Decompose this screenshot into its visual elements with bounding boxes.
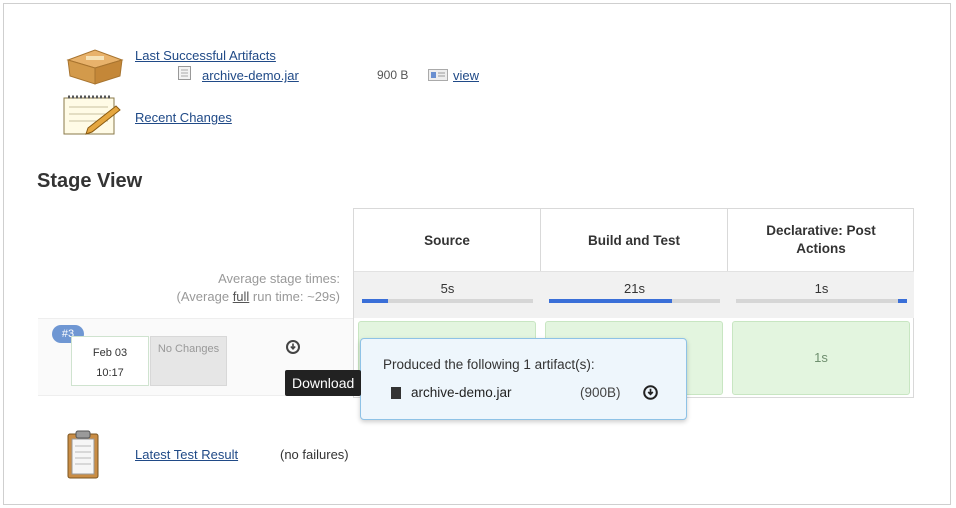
latest-test-result-link[interactable]: Latest Test Result xyxy=(135,447,238,462)
avg-time-source: 5s xyxy=(440,281,455,296)
stage-header-post-actions: Declarative: Post Actions xyxy=(766,223,876,256)
package-icon xyxy=(66,49,124,85)
run-time: 10:17 xyxy=(96,367,124,379)
avg-cell-source: 5s xyxy=(354,272,541,318)
progress-bar-post xyxy=(898,299,907,303)
average-stage-times-text: Average stage times: xyxy=(218,271,340,286)
stage-header-build-and-test: Build and Test xyxy=(541,209,728,271)
popover-artifact-link[interactable]: archive-demo.jar xyxy=(411,385,512,400)
download-icon[interactable] xyxy=(643,385,658,400)
artifact-file-link[interactable]: archive-demo.jar xyxy=(202,68,299,83)
progress-bar-source xyxy=(362,299,388,303)
popover-artifact-size: (900B) xyxy=(580,385,621,400)
view-artifact-link[interactable]: view xyxy=(453,68,479,83)
notepad-icon xyxy=(63,95,121,135)
popover-title: Produced the following 1 artifact(s): xyxy=(383,357,595,372)
avg-time-build: 21s xyxy=(624,281,645,296)
no-changes-box: No Changes xyxy=(150,336,227,386)
recent-changes-link[interactable]: Recent Changes xyxy=(135,110,232,125)
full-link[interactable]: full xyxy=(233,289,250,304)
stage-header-source: Source xyxy=(354,209,541,271)
clipboard-icon xyxy=(67,430,99,479)
fingerprint-icon xyxy=(428,69,448,81)
test-result-note: (no failures) xyxy=(280,447,349,462)
artifacts-popover: Produced the following 1 artifact(s): ar… xyxy=(360,338,687,420)
file-icon xyxy=(391,387,401,399)
average-times-label: Average stage times: (Average full run t… xyxy=(40,270,340,306)
avg-time-post: 1s xyxy=(814,281,829,296)
run-date-box[interactable]: Feb 03 10:17 xyxy=(71,336,149,386)
download-tooltip: Download xyxy=(285,370,362,396)
avg-cell-post: 1s xyxy=(728,272,915,318)
average-full-run-text: (Average full run time: ~29s) xyxy=(176,289,340,304)
download-icon[interactable] xyxy=(286,340,300,354)
stage-cell-post[interactable]: 1s xyxy=(732,321,910,395)
file-icon xyxy=(178,66,191,80)
stage-view-title: Stage View xyxy=(37,170,143,192)
progress-bar-build xyxy=(549,299,673,303)
average-times-row: 5s 21s 1s xyxy=(354,271,914,318)
run-date: Feb 03 xyxy=(92,347,128,359)
avg-cell-build: 21s xyxy=(541,272,728,318)
artifact-size: 900 B xyxy=(377,68,409,82)
last-successful-artifacts-link[interactable]: Last Successful Artifacts xyxy=(135,48,276,63)
